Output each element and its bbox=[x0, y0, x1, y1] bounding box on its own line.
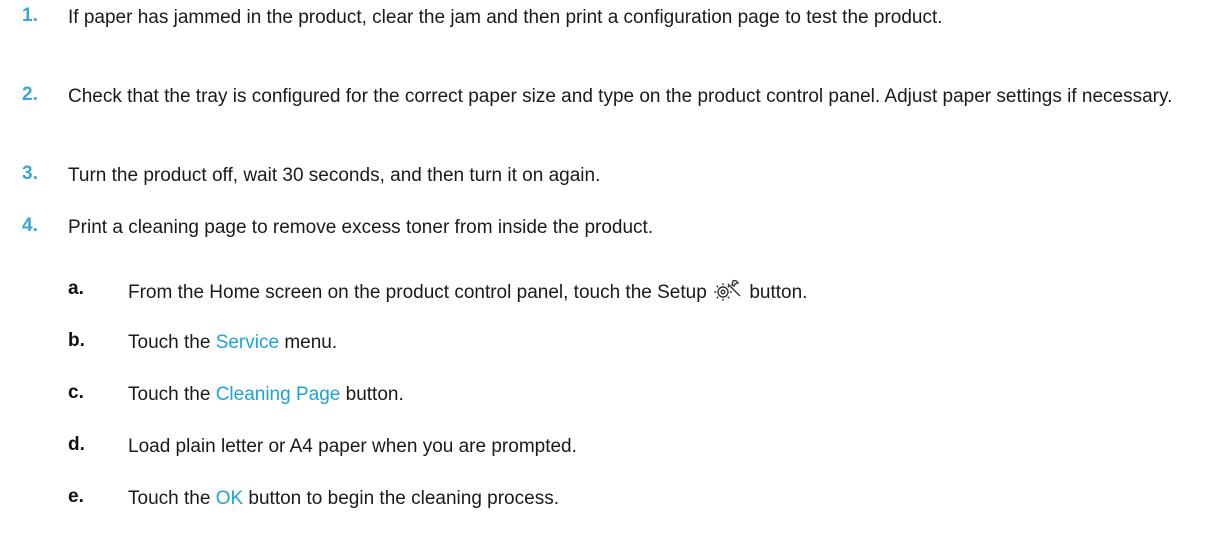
substep-text: Touch the Service menu. bbox=[128, 330, 1188, 356]
step-number: 4. bbox=[22, 215, 38, 236]
step-number: 2. bbox=[22, 84, 38, 105]
setup-icon bbox=[714, 278, 742, 310]
substep-letter: d. bbox=[68, 434, 85, 455]
ok-button-term: OK bbox=[215, 488, 244, 509]
substep-letter: b. bbox=[68, 330, 85, 351]
substep-text: Touch the Cleaning Page button. bbox=[128, 382, 1188, 408]
step-text: Turn the product off, wait 30 seconds, a… bbox=[68, 165, 601, 186]
substep-text: From the Home screen on the product cont… bbox=[128, 278, 1188, 310]
substep-text-before: Touch the bbox=[128, 488, 211, 509]
substep-text-after: button. bbox=[345, 384, 404, 405]
substep-text-before: Touch the bbox=[128, 332, 211, 353]
step-number: 1. bbox=[22, 5, 38, 26]
substep-text: Touch the OK button to begin the cleanin… bbox=[128, 486, 1188, 512]
step-text: Print a cleaning page to remove excess t… bbox=[68, 217, 654, 238]
substep-letter: a. bbox=[68, 278, 84, 299]
substep-text-after: button. bbox=[749, 282, 808, 303]
substep-letter: e. bbox=[68, 486, 84, 507]
step-number: 3. bbox=[22, 163, 38, 184]
substep-text: Load plain letter or A4 paper when you a… bbox=[128, 436, 577, 457]
cleaning-page-button-term: Cleaning Page bbox=[215, 384, 341, 405]
service-menu-term: Service bbox=[215, 332, 280, 353]
substep-text-before: From the Home screen on the product cont… bbox=[128, 282, 707, 303]
substep-text-after: menu. bbox=[284, 332, 338, 353]
substep-text-after: button to begin the cleaning process. bbox=[248, 488, 559, 509]
substep-letter: c. bbox=[68, 382, 84, 403]
step-text: If paper has jammed in the product, clea… bbox=[68, 7, 943, 28]
step-text: Check that the tray is configured for th… bbox=[68, 86, 1173, 107]
document-page: 1. If paper has jammed in the product, c… bbox=[0, 0, 1221, 550]
substep-text-before: Touch the bbox=[128, 384, 211, 405]
